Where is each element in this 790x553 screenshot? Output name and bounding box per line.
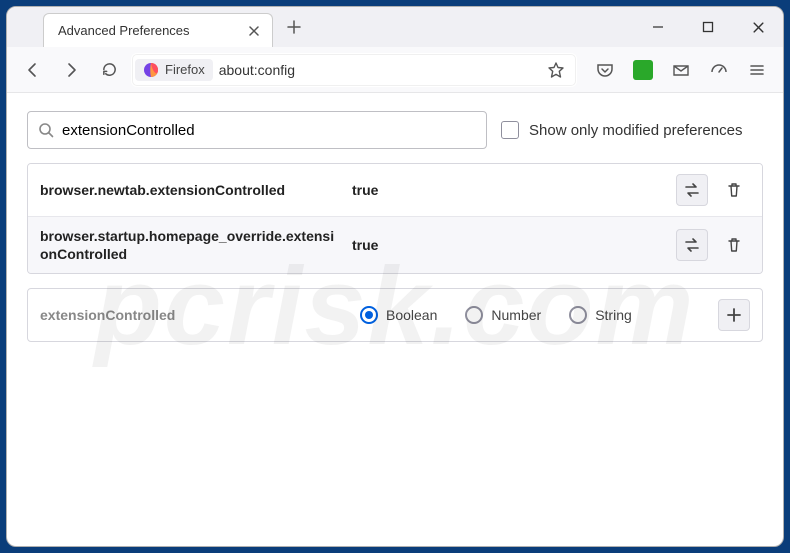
url-bar[interactable]: Firefox about:config — [131, 53, 577, 87]
url-text: about:config — [219, 62, 295, 78]
add-pref-row: extensionControlled Boolean Number Strin… — [27, 288, 763, 342]
trash-icon — [726, 182, 742, 198]
identity-box[interactable]: Firefox — [135, 59, 213, 81]
pref-search-input[interactable] — [62, 122, 476, 139]
maximize-button[interactable] — [683, 7, 733, 47]
delete-button[interactable] — [718, 174, 750, 206]
trash-icon — [726, 237, 742, 253]
extension-icon[interactable] — [627, 54, 659, 86]
inbox-icon[interactable] — [665, 54, 697, 86]
toggle-button[interactable] — [676, 229, 708, 261]
firefox-logo-icon — [143, 62, 159, 78]
tab-advanced-preferences[interactable]: Advanced Preferences — [43, 13, 273, 47]
radio-icon — [465, 306, 483, 324]
pref-name: browser.newtab.extensionControlled — [40, 181, 340, 199]
swap-arrows-icon — [683, 236, 701, 254]
delete-button[interactable] — [718, 229, 750, 261]
toggle-button[interactable] — [676, 174, 708, 206]
window-controls — [633, 7, 783, 47]
radio-icon — [569, 306, 587, 324]
type-radios: Boolean Number String — [360, 306, 632, 324]
search-icon — [38, 122, 54, 138]
pref-row: browser.newtab.extensionControlled true — [28, 164, 762, 217]
row-actions — [676, 229, 750, 261]
reload-button[interactable] — [93, 54, 125, 86]
radio-label: Boolean — [386, 307, 437, 323]
show-modified-checkbox[interactable]: Show only modified preferences — [501, 121, 742, 139]
pref-value: true — [352, 237, 412, 253]
identity-label: Firefox — [165, 62, 205, 77]
about-config-content: Show only modified preferences browser.n… — [7, 93, 783, 360]
pref-value: true — [352, 182, 412, 198]
toolbar-icons — [589, 54, 773, 86]
pocket-icon[interactable] — [589, 54, 621, 86]
checkbox-icon — [501, 121, 519, 139]
pref-table: browser.newtab.extensionControlled true … — [27, 163, 763, 274]
close-window-button[interactable] — [733, 7, 783, 47]
minimize-button[interactable] — [633, 7, 683, 47]
bookmark-star-icon[interactable] — [542, 61, 570, 79]
radio-icon — [360, 306, 378, 324]
close-tab-icon[interactable] — [246, 23, 262, 39]
new-tab-button[interactable] — [279, 12, 309, 42]
radio-label: String — [595, 307, 632, 323]
browser-window: Advanced Preferences — [6, 6, 784, 547]
radio-boolean[interactable]: Boolean — [360, 306, 437, 324]
radio-number[interactable]: Number — [465, 306, 541, 324]
pref-search-box[interactable] — [27, 111, 487, 149]
forward-button[interactable] — [55, 54, 87, 86]
back-button[interactable] — [17, 54, 49, 86]
app-menu-button[interactable] — [741, 54, 773, 86]
radio-label: Number — [491, 307, 541, 323]
radio-string[interactable]: String — [569, 306, 632, 324]
checkbox-label: Show only modified preferences — [529, 122, 742, 139]
add-pref-name: extensionControlled — [40, 306, 340, 324]
search-row: Show only modified preferences — [27, 111, 763, 149]
plus-icon — [726, 307, 742, 323]
nav-toolbar: Firefox about:config — [7, 47, 783, 93]
row-actions — [676, 174, 750, 206]
add-button[interactable] — [718, 299, 750, 331]
pref-name: browser.startup.homepage_override.extens… — [40, 227, 340, 263]
tab-strip: Advanced Preferences — [7, 7, 783, 47]
swap-arrows-icon — [683, 181, 701, 199]
pref-row: browser.startup.homepage_override.extens… — [28, 217, 762, 273]
tab-title: Advanced Preferences — [58, 23, 190, 38]
dashboard-icon[interactable] — [703, 54, 735, 86]
